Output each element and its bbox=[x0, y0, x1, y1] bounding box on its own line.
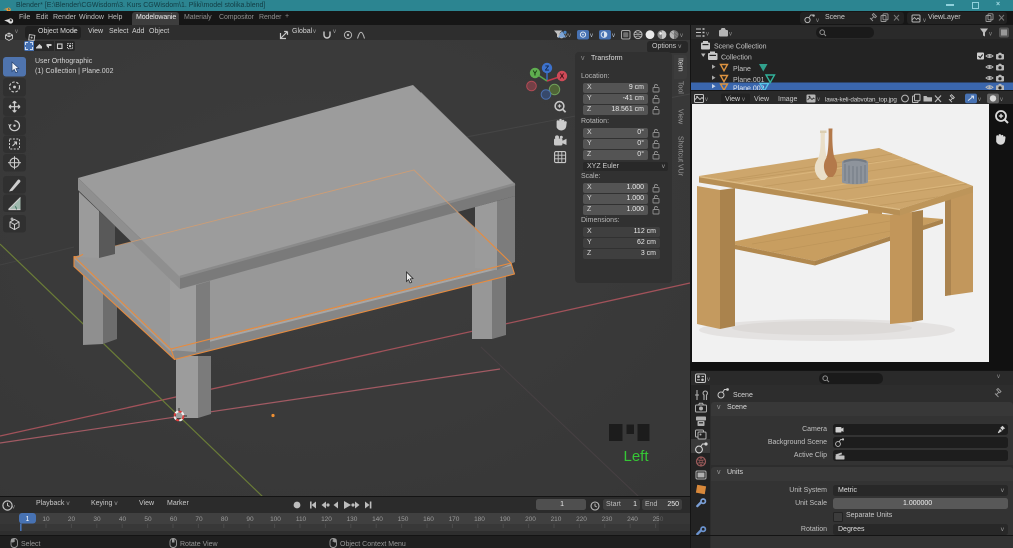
svg-text:120: 120 bbox=[321, 516, 332, 523]
svg-text:100: 100 bbox=[270, 516, 281, 523]
svg-text:Z: Z bbox=[545, 66, 550, 73]
svg-text:v: v bbox=[705, 97, 708, 103]
svg-text:v: v bbox=[568, 33, 571, 39]
svg-text:Plane: Plane bbox=[733, 66, 751, 73]
svg-text:v: v bbox=[680, 33, 683, 39]
svg-text:10: 10 bbox=[42, 516, 50, 523]
svg-text:X: X bbox=[560, 74, 565, 81]
svg-text:View: View bbox=[725, 96, 741, 103]
svg-text:200: 200 bbox=[525, 516, 536, 523]
svg-text:Scene: Scene bbox=[733, 392, 753, 399]
svg-text:v: v bbox=[1000, 97, 1003, 103]
svg-text:150: 150 bbox=[398, 516, 409, 523]
svg-text:60: 60 bbox=[170, 516, 178, 523]
svg-text:170: 170 bbox=[449, 516, 460, 523]
svg-text:220: 220 bbox=[576, 516, 587, 523]
svg-text:Object Context Menu: Object Context Menu bbox=[340, 541, 406, 548]
svg-text:140: 140 bbox=[372, 516, 383, 523]
svg-text:210: 210 bbox=[551, 516, 562, 523]
svg-text:v: v bbox=[978, 97, 981, 103]
svg-text:v: v bbox=[707, 377, 710, 383]
svg-text:v: v bbox=[817, 97, 820, 103]
svg-text:1: 1 bbox=[26, 516, 30, 523]
svg-text:130: 130 bbox=[347, 516, 358, 523]
svg-text:Y: Y bbox=[533, 71, 538, 78]
svg-text:30: 30 bbox=[93, 516, 101, 523]
svg-text:Select: Select bbox=[21, 541, 41, 548]
svg-text:View: View bbox=[754, 96, 770, 103]
svg-text:Image: Image bbox=[778, 96, 798, 103]
svg-text:50: 50 bbox=[144, 516, 152, 523]
svg-text:70: 70 bbox=[195, 516, 203, 523]
svg-text:Scene Collection: Scene Collection bbox=[714, 44, 767, 51]
svg-text:v: v bbox=[729, 32, 732, 38]
svg-text:v: v bbox=[816, 18, 819, 24]
svg-text:160: 160 bbox=[423, 516, 434, 523]
svg-text:v: v bbox=[12, 505, 15, 511]
svg-text:240: 240 bbox=[627, 516, 638, 523]
svg-text:v: v bbox=[590, 33, 593, 39]
svg-text:90: 90 bbox=[246, 516, 254, 523]
svg-text:v: v bbox=[706, 32, 709, 38]
svg-text:v: v bbox=[989, 32, 992, 38]
svg-text:Left: Left bbox=[623, 448, 649, 465]
svg-text:230: 230 bbox=[602, 516, 613, 523]
svg-text:lawa-keli-dabvotan_top.jpg: lawa-keli-dabvotan_top.jpg bbox=[825, 96, 897, 103]
svg-text:Collection: Collection bbox=[721, 55, 752, 62]
svg-text:190: 190 bbox=[500, 516, 511, 523]
svg-text:40: 40 bbox=[119, 516, 127, 523]
svg-text:80: 80 bbox=[221, 516, 229, 523]
svg-text:180: 180 bbox=[474, 516, 485, 523]
svg-text:Rotate View: Rotate View bbox=[180, 541, 219, 548]
svg-text:v: v bbox=[612, 33, 615, 39]
svg-text:v: v bbox=[742, 97, 745, 103]
svg-text:110: 110 bbox=[296, 516, 307, 523]
svg-text:20: 20 bbox=[68, 516, 76, 523]
svg-text:v: v bbox=[923, 18, 926, 24]
